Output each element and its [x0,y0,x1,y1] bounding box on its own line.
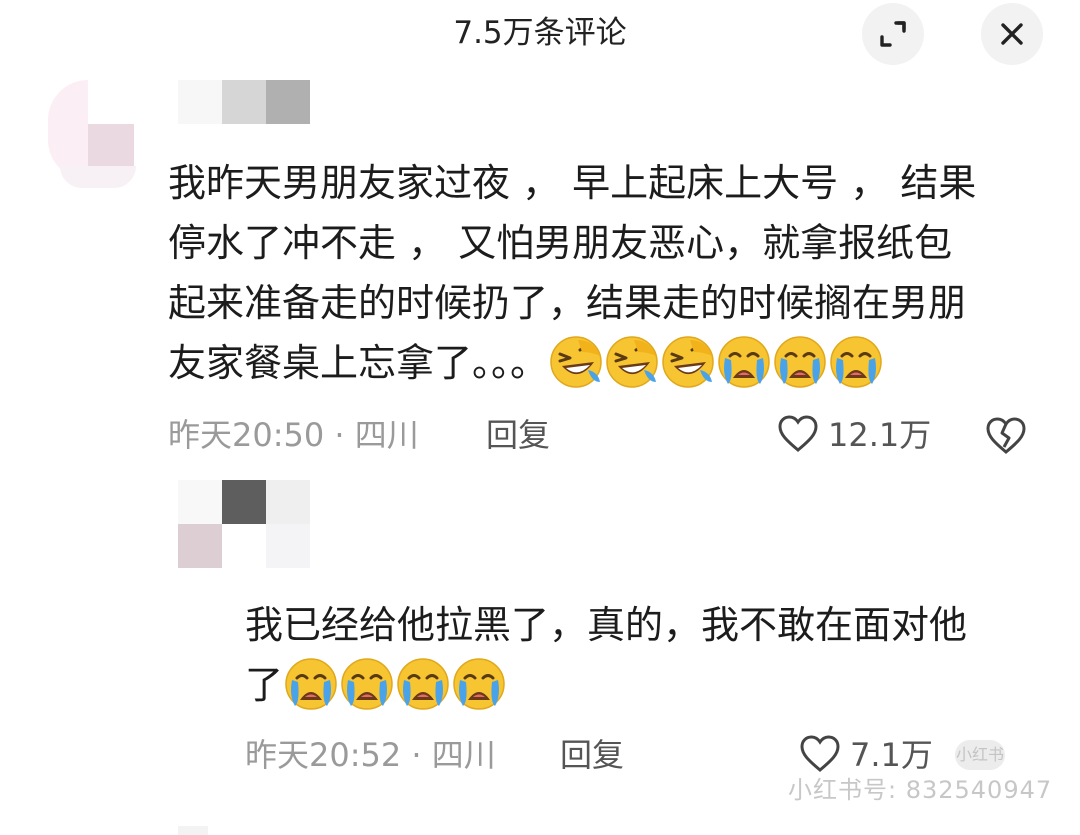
comment-text: 我昨天男朋友家过夜 ， 早上起床上大号 ， 结果 停水了冲不走 ， 又怕男朋友恶… [168,153,976,393]
comment-line: 停水了冲不走 ， 又怕男朋友恶心，就拿报纸包 [168,221,953,265]
comment-meta: 昨天20:50 · 四川 [168,416,419,454]
comment-line: 了 [245,655,967,715]
comment-line: 起来准备走的时候扔了，结果走的时候搁在男朋 [168,281,967,325]
comment-line: 我已经给他拉黑了，真的，我不敢在面对他 [245,603,968,647]
crying-icon [718,335,770,388]
crying-icon [285,657,337,710]
crying-icon [830,335,882,388]
laughing-cry-icon [606,335,658,388]
reply-button[interactable]: 回复 [560,735,624,775]
watermark-text: 小红书号: 832540947 [788,776,1053,804]
comment-line: 我昨天男朋友家过夜 ， 早上起床上大号 ， 结果 [168,161,977,205]
expand-icon [880,21,906,47]
crying-icon [397,657,449,710]
like-count: 7.1万 [850,736,933,774]
crying-icon [453,657,505,710]
comment-meta: 昨天20:52 · 四川 [245,736,496,774]
emoji-row [548,335,884,388]
watermark-logo: 小红书 [955,740,1005,770]
like-button[interactable] [776,412,822,458]
close-button[interactable] [981,3,1043,65]
comment-line-text: 了 [245,663,284,707]
expand-button[interactable] [862,3,924,65]
dislike-button[interactable] [984,414,1030,460]
next-comment-avatar [178,826,208,835]
like-count: 12.1万 [828,416,932,454]
crying-icon [341,657,393,710]
laughing-cry-icon [662,335,714,388]
comment-line-text: 友家餐桌上忘拿了。。。 [168,341,549,385]
laughing-cry-icon [550,335,602,388]
close-icon [1001,23,1023,45]
crying-icon [774,335,826,388]
comment-line: 友家餐桌上忘拿了。。。 [168,333,976,393]
reply-text: 我已经给他拉黑了，真的，我不敢在面对他 了 [245,595,967,715]
broken-heart-icon [986,417,1026,454]
reply-button[interactable]: 回复 [486,415,550,455]
emoji-row [283,657,507,710]
heart-icon [778,415,818,452]
